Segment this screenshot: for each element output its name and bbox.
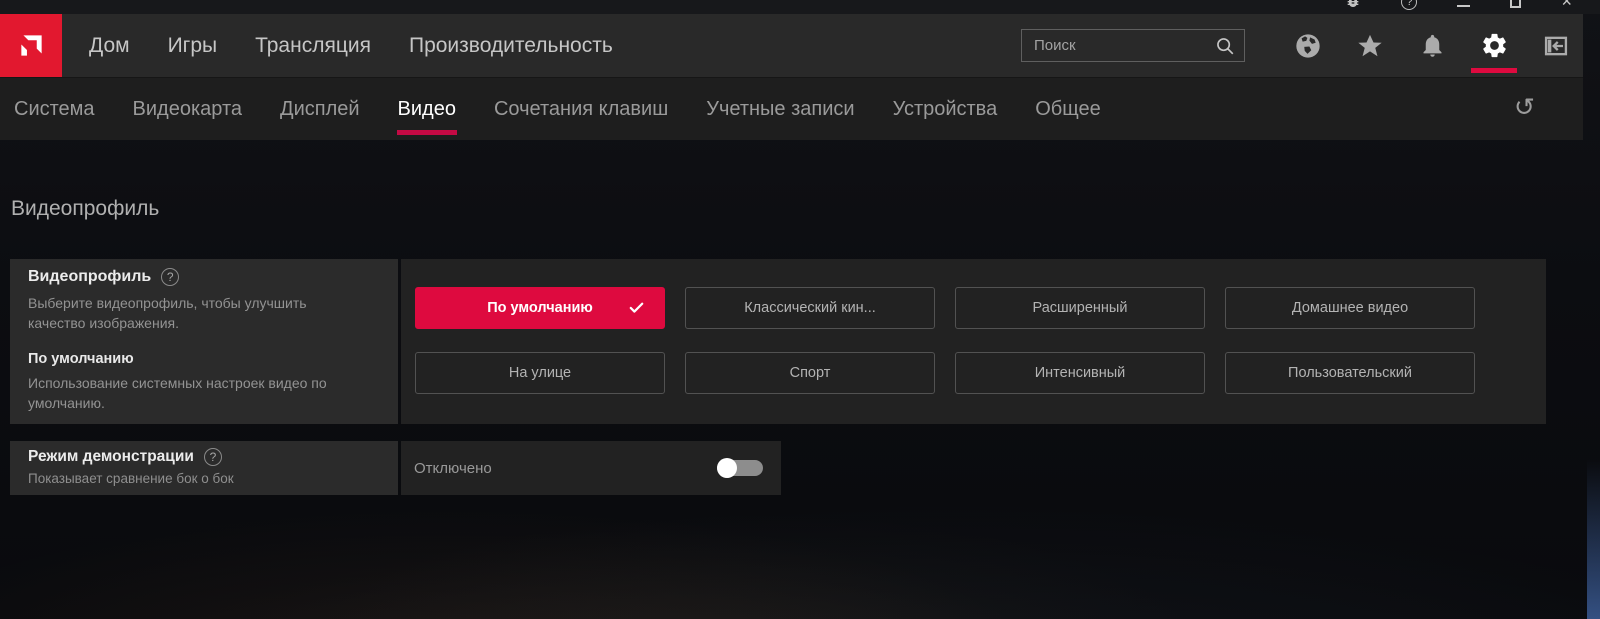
profile-options-grid: По умолчанию Классический кин... Расшире…	[415, 287, 1546, 394]
bell-notifications-icon[interactable]	[1417, 31, 1447, 61]
minimize-icon[interactable]	[1457, 5, 1471, 7]
navbar-right-section	[1021, 29, 1571, 73]
help-circle-icon[interactable]: ?	[161, 268, 180, 286]
amd-logo[interactable]	[0, 14, 62, 77]
settings-tabbar: Система Видеокарта Дисплей Видео Сочетан…	[0, 77, 1583, 140]
tab-devices[interactable]: Устройства	[893, 98, 998, 121]
tab-accounts[interactable]: Учетные записи	[706, 98, 854, 121]
video-profile-card: Видеопрофиль ? Выберите видеопрофиль, чт…	[10, 259, 1546, 424]
profile-option-enhanced[interactable]: Расширенный	[955, 287, 1205, 329]
demo-mode-state-label: Отключено	[414, 459, 492, 477]
video-profile-title: Видеопрофиль	[28, 268, 152, 285]
tab-graphics[interactable]: Видеокарта	[133, 98, 242, 121]
demo-mode-control-panel: Отключено	[401, 441, 781, 495]
profile-option-outdoor[interactable]: На улице	[415, 352, 665, 394]
toggle-knob	[717, 458, 737, 478]
tab-display[interactable]: Дисплей	[280, 98, 360, 121]
settings-tabs: Система Видеокарта Дисплей Видео Сочетан…	[14, 98, 1101, 135]
profile-option-default[interactable]: По умолчанию	[415, 287, 665, 329]
maximize-icon[interactable]	[1510, 0, 1522, 8]
video-profile-description: Выберите видеопрофиль, чтобы улучшить ка…	[28, 295, 307, 332]
tab-video[interactable]: Видео	[396, 98, 458, 135]
search-icon[interactable]	[1214, 35, 1236, 57]
demo-mode-title: Режим демонстрации	[28, 448, 194, 465]
profile-option-vivid[interactable]: Интенсивный	[955, 352, 1205, 394]
video-profile-options-panel: По умолчанию Классический кин... Расшире…	[401, 259, 1546, 424]
globe-icon[interactable]	[1293, 31, 1323, 61]
tab-general[interactable]: Общее	[1035, 98, 1101, 121]
main-navbar: Дом Игры Трансляция Производительность	[0, 14, 1583, 77]
main-nav-items: Дом Игры Трансляция Производительность	[89, 34, 613, 58]
video-profile-info-panel: Видеопрофиль ? Выберите видеопрофиль, чт…	[10, 259, 398, 424]
search-box[interactable]	[1021, 29, 1245, 62]
reset-defaults-icon[interactable]: ↺	[1514, 95, 1535, 121]
nav-item-home[interactable]: Дом	[89, 34, 130, 58]
selected-profile-name: По умолчанию	[28, 350, 134, 367]
demo-mode-toggle[interactable]	[717, 458, 763, 478]
page-title: Видеопрофиль	[11, 197, 160, 220]
help-icon[interactable]: ?	[1401, 0, 1418, 10]
tab-hotkeys[interactable]: Сочетания клавиш	[494, 98, 668, 121]
star-favorites-icon[interactable]	[1355, 31, 1385, 61]
nav-item-streaming[interactable]: Трансляция	[255, 34, 371, 58]
profile-option-custom[interactable]: Пользовательский	[1225, 352, 1475, 394]
window-titlebar: ? ×	[0, 0, 1600, 14]
navbar-icon-group	[1293, 31, 1571, 73]
profile-option-sport[interactable]: Спорт	[685, 352, 935, 394]
checkmark-icon	[628, 300, 645, 317]
search-input[interactable]	[1034, 37, 1214, 54]
gear-settings-icon[interactable]	[1471, 31, 1517, 73]
panel-collapse-icon[interactable]	[1541, 31, 1571, 61]
nav-item-games[interactable]: Игры	[168, 34, 218, 58]
demo-mode-description: Показывает сравнение бок о бок	[28, 471, 234, 486]
bug-report-icon[interactable]	[1345, 0, 1361, 14]
tab-system[interactable]: Система	[14, 98, 95, 121]
profile-option-home-video[interactable]: Домашнее видео	[1225, 287, 1475, 329]
help-circle-icon[interactable]: ?	[203, 448, 222, 466]
close-icon[interactable]: ×	[1561, 0, 1572, 10]
demo-mode-card: Режим демонстрации ? Показывает сравнени…	[10, 441, 781, 495]
selected-profile-description: Использование системных настроек видео п…	[28, 374, 327, 411]
earth-horizon-glint	[1587, 459, 1600, 619]
demo-mode-info-panel: Режим демонстрации ? Показывает сравнени…	[10, 441, 398, 495]
profile-option-classic-cinema[interactable]: Классический кин...	[685, 287, 935, 329]
nav-item-performance[interactable]: Производительность	[409, 34, 613, 58]
